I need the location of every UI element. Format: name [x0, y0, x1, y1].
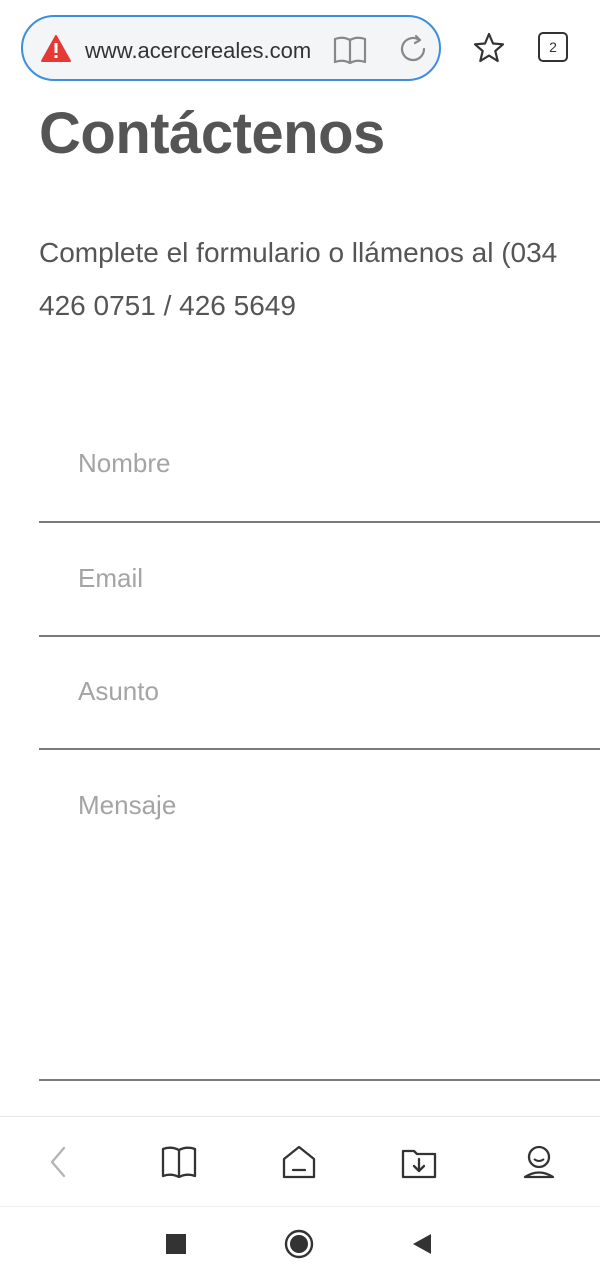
star-icon[interactable]	[472, 31, 506, 65]
name-field[interactable]: Nombre	[39, 430, 600, 523]
recents-square-icon[interactable]	[161, 1229, 191, 1259]
subject-placeholder: Asunto	[78, 676, 159, 706]
back-triangle-icon[interactable]	[407, 1229, 437, 1259]
message-placeholder: Mensaje	[78, 790, 177, 820]
message-field[interactable]: Mensaje	[39, 772, 600, 1081]
system-navigation-bar	[0, 1206, 600, 1285]
profile-icon[interactable]	[520, 1143, 558, 1181]
reload-icon[interactable]	[397, 33, 429, 65]
contact-intro-line-1: Complete el formulario o llámenos al (03…	[39, 237, 558, 268]
address-bar[interactable]: www.acercereales.com	[21, 15, 441, 81]
page-title: Contáctenos	[39, 101, 385, 166]
back-icon[interactable]	[40, 1143, 78, 1181]
home-icon[interactable]	[280, 1143, 318, 1181]
warning-triangle-icon[interactable]	[41, 35, 71, 63]
home-circle-icon[interactable]	[284, 1229, 314, 1259]
url-text[interactable]: www.acercereales.com	[85, 37, 323, 65]
reader-mode-icon[interactable]	[333, 35, 367, 65]
browser-top-bar: www.acercereales.com 2	[0, 0, 600, 96]
browser-bottom-toolbar	[0, 1116, 600, 1206]
contact-intro-line-2: 426 0751 / 426 5649	[39, 290, 296, 321]
downloads-icon[interactable]	[400, 1143, 438, 1181]
subject-field[interactable]: Asunto	[39, 658, 600, 750]
name-placeholder: Nombre	[78, 448, 171, 478]
bookmarks-icon[interactable]	[160, 1143, 198, 1181]
contact-intro: Complete el formulario o llámenos al (03…	[39, 226, 600, 332]
email-placeholder: Email	[78, 563, 144, 593]
page: www.acercereales.com 2 Contáctenos Compl…	[0, 0, 600, 1285]
email-field[interactable]: Email	[39, 545, 600, 637]
tab-count-button[interactable]: 2	[538, 32, 568, 62]
